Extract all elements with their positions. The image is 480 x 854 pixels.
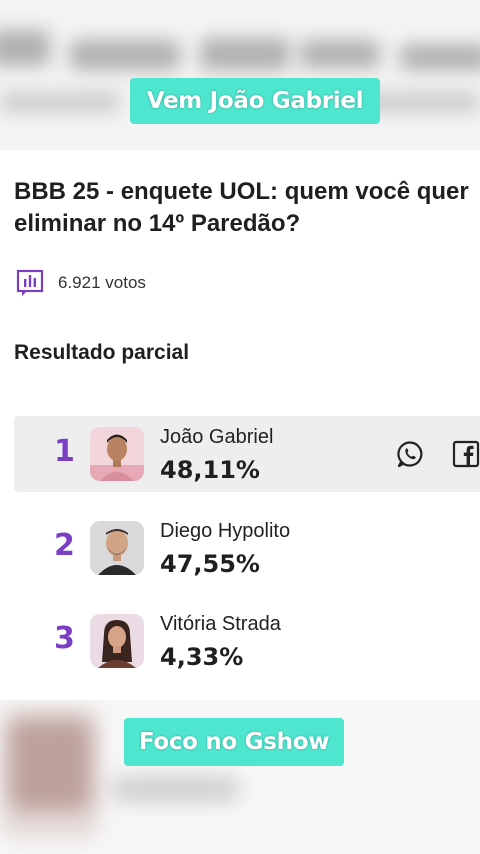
whatsapp-icon[interactable]	[396, 440, 424, 468]
avatar	[90, 614, 144, 668]
vote-percentage: 47,55%	[160, 550, 260, 578]
blurred-header	[0, 0, 480, 150]
results-heading: Resultado parcial	[14, 341, 190, 364]
facebook-icon[interactable]	[452, 440, 480, 468]
avatar	[90, 427, 144, 481]
caption-overlay-top: Vem João Gabriel	[130, 78, 380, 124]
rank-number: 2	[54, 528, 75, 563]
rank-number: 3	[54, 621, 75, 656]
result-row-joao-gabriel[interactable]: 1 João Gabriel 48,11%	[14, 416, 480, 492]
contestant-name: João Gabriel	[160, 426, 274, 448]
vote-percentage: 48,11%	[160, 456, 260, 484]
rank-number: 1	[54, 434, 75, 469]
contestant-name: Vitória Strada	[160, 613, 281, 635]
votes-info: 6.921 votos	[16, 268, 146, 298]
votes-count: 6.921 votos	[58, 273, 146, 292]
caption-overlay-bottom: Foco no Gshow	[124, 718, 344, 766]
avatar	[90, 521, 144, 575]
bar-chart-icon	[16, 269, 44, 296]
result-row-diego-hypolito[interactable]: 2 Diego Hypolito 47,55%	[14, 510, 480, 586]
vote-percentage: 4,33%	[160, 643, 244, 671]
poll-title: BBB 25 - enquete UOL: quem você quer eli…	[14, 178, 469, 237]
contestant-name: Diego Hypolito	[160, 520, 291, 542]
result-row-vitoria-strada[interactable]: 3 Vitória Strada 4,33%	[14, 603, 480, 679]
